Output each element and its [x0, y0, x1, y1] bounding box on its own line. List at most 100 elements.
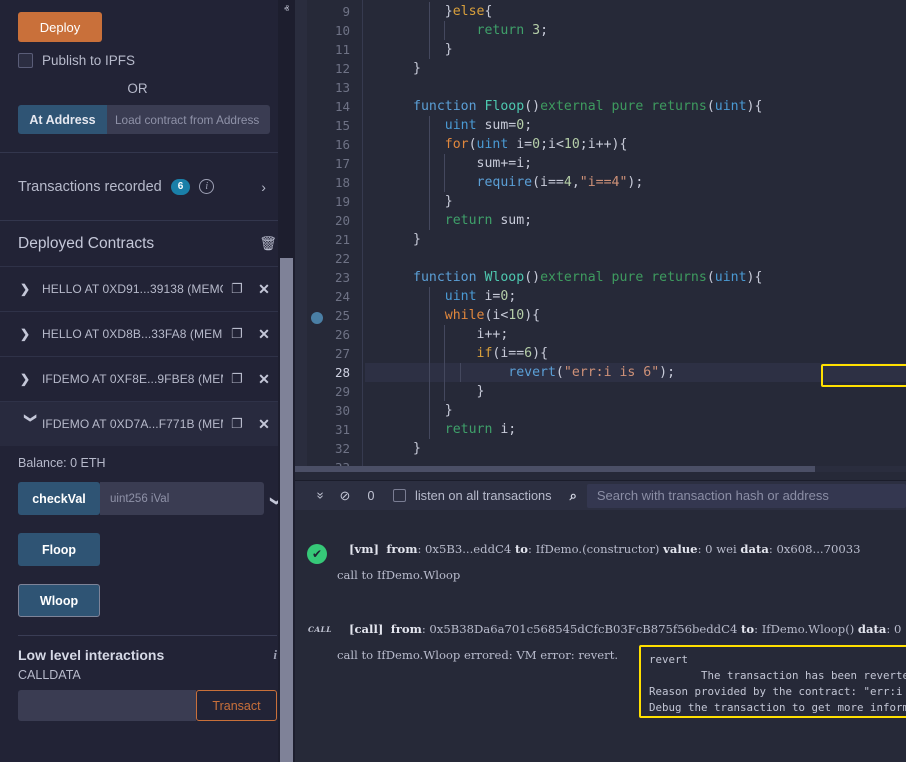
- low-level-info-icon[interactable]: i: [273, 647, 277, 663]
- editor-code-line[interactable]: }: [365, 192, 906, 211]
- copy-icon[interactable]: ❐: [223, 371, 251, 387]
- transaction-search-input[interactable]: [586, 483, 906, 508]
- wloop-button[interactable]: Wloop: [18, 584, 100, 617]
- sidebar-scrollbar[interactable]: ⱏ: [278, 0, 295, 762]
- editor-line-number: 12: [334, 61, 350, 76]
- calldata-row: Transact: [18, 690, 277, 721]
- deployed-contract-row[interactable]: ❯ IFDEMO AT 0XF8E...9FBE8 (MEMC ❐ ✕: [0, 356, 295, 401]
- editor-code-line[interactable]: uint i=0;: [365, 287, 906, 306]
- checkval-input[interactable]: [100, 482, 264, 515]
- editor-code-line[interactable]: for(uint i=0;i<10;i++){: [365, 135, 906, 154]
- trash-icon[interactable]: 🗑: [259, 235, 277, 252]
- code-editor[interactable]: 9 10 11 12 13 14 15 16 17 18 19 20 21 22 23 24 25 26 27 28 2…: [295, 0, 906, 480]
- close-icon[interactable]: ✕: [251, 326, 277, 343]
- editor-code-line[interactable]: function Wloop()external pure returns(ui…: [365, 268, 906, 287]
- editor-horizontal-scrollbar[interactable]: [295, 466, 906, 472]
- editor-code-line[interactable]: }: [365, 40, 906, 59]
- close-icon[interactable]: ✕: [251, 371, 277, 388]
- listen-on-all-transactions-checkbox[interactable]: [393, 489, 406, 502]
- floop-button[interactable]: Floop: [18, 533, 100, 566]
- revert-message-line: Reason provided by the contract: "err:i …: [649, 685, 903, 698]
- terminal-entry-note: call to IfDemo.Wloop: [337, 568, 461, 582]
- deployed-contract-name: IFDEMO AT 0XF8E...9FBE8 (MEMC: [42, 372, 223, 386]
- transactions-recorded-section[interactable]: Transactions recorded 6 i ›: [0, 153, 295, 221]
- editor-code-line[interactable]: }: [365, 439, 906, 458]
- or-separator-label: OR: [127, 81, 148, 96]
- deployed-contracts-header: Deployed Contracts 🗑: [0, 221, 295, 266]
- editor-line-number: 21: [334, 232, 350, 247]
- chevron-right-icon[interactable]: ›: [261, 179, 266, 195]
- indent-guide: [428, 21, 430, 40]
- indent-guide: [428, 211, 430, 230]
- search-icon[interactable]: ⌕: [570, 488, 577, 504]
- copy-icon[interactable]: ❐: [223, 281, 251, 297]
- indent-guide: [428, 287, 430, 306]
- deploy-button[interactable]: Deploy: [18, 12, 102, 42]
- editor-code-line[interactable]: return sum;: [365, 211, 906, 230]
- editor-line-number: 10: [334, 23, 350, 38]
- editor-line-number: 22: [334, 251, 350, 266]
- editor-hscroll-thumb[interactable]: [295, 466, 815, 472]
- close-icon[interactable]: ✕: [251, 281, 277, 298]
- calldata-label: CALLDATA: [18, 668, 81, 682]
- load-contract-address-input[interactable]: [107, 105, 270, 134]
- editor-code-line[interactable]: if(i==6){: [365, 344, 906, 363]
- deployed-contract-row[interactable]: ❯ IFDEMO AT 0XD7A...F771B (MEM ❐ ✕: [0, 401, 295, 446]
- terminal-log-entry[interactable]: ✔ [vm] from: 0x5B3...eddC4 to: IfDemo.(co…: [295, 538, 906, 582]
- collapse-terminal-icon[interactable]: »: [314, 484, 329, 508]
- editor-code-line[interactable]: revert("err:i is 6");: [365, 363, 906, 382]
- scroll-up-arrow-icon[interactable]: ⱏ: [278, 0, 295, 19]
- editor-code-line[interactable]: return i;: [365, 420, 906, 439]
- editor-code-line[interactable]: }: [365, 230, 906, 249]
- chevron-down-icon[interactable]: ❯: [24, 413, 38, 435]
- indent-guide: [428, 382, 430, 401]
- editor-code-line[interactable]: i++;: [365, 325, 906, 344]
- terminal-toolbar: » ⊘ 0 listen on all transactions ⌕: [295, 480, 906, 510]
- transact-button[interactable]: Transact: [196, 690, 277, 721]
- deployed-contract-row[interactable]: ❯ HELLO AT 0XD91...39138 (MEMO ❐ ✕: [0, 266, 295, 311]
- editor-code-line[interactable]: }: [365, 59, 906, 78]
- editor-code-line[interactable]: [365, 249, 906, 268]
- editor-code-line[interactable]: sum+=i;: [365, 154, 906, 173]
- pending-transactions-count: 0: [367, 488, 375, 503]
- indent-guide: [428, 2, 430, 21]
- copy-icon[interactable]: ❐: [223, 326, 251, 342]
- editor-code-line[interactable]: }else{: [365, 2, 906, 21]
- editor-code-line[interactable]: require(i==4,"i==4");: [365, 173, 906, 192]
- call-type-icon: CALL: [308, 625, 332, 634]
- indent-guide: [428, 363, 430, 382]
- close-icon[interactable]: ✕: [251, 416, 277, 433]
- copy-icon[interactable]: ❐: [223, 416, 251, 432]
- revert-message-box: revert The transaction has been reverted…: [639, 645, 906, 718]
- at-address-button[interactable]: At Address: [18, 105, 107, 134]
- editor-code-line[interactable]: [365, 78, 906, 97]
- sidebar-scrollbar-thumb[interactable]: [280, 258, 293, 762]
- chevron-right-icon[interactable]: ❯: [20, 282, 42, 296]
- calldata-input[interactable]: [18, 690, 196, 721]
- publish-to-ipfs-label: Publish to IPFS: [42, 53, 136, 68]
- revert-message-line: Debug the transaction to get more inform…: [649, 701, 906, 714]
- editor-code-line[interactable]: while(i<10){: [365, 306, 906, 325]
- editor-code-content[interactable]: }else{ return 3; }} function Floop()exter…: [365, 0, 906, 472]
- info-icon[interactable]: i: [199, 179, 215, 194]
- publish-to-ipfs-row[interactable]: Publish to IPFS: [18, 53, 295, 68]
- editor-line-number: 25: [334, 308, 350, 323]
- editor-line-number: 30: [334, 403, 350, 418]
- publish-to-ipfs-checkbox[interactable]: [18, 53, 33, 68]
- indent-guide: [428, 344, 430, 363]
- deployed-contract-row[interactable]: ❯ HELLO AT 0XD8B...33FA8 (MEMO ❐ ✕: [0, 311, 295, 356]
- indent-guide: [428, 116, 430, 135]
- terminal-log-body[interactable]: ✔ [vm] from: 0x5B3...eddC4 to: IfDemo.(co…: [295, 510, 906, 762]
- checkval-button[interactable]: checkVal: [18, 482, 100, 515]
- transactions-recorded-count-badge: 6: [170, 178, 191, 195]
- chevron-right-icon[interactable]: ❯: [20, 372, 42, 386]
- editor-code-line[interactable]: uint sum=0;: [365, 116, 906, 135]
- revert-message-line: The transaction has been reverted to the…: [701, 669, 906, 682]
- editor-code-line[interactable]: }: [365, 382, 906, 401]
- editor-code-line[interactable]: }: [365, 401, 906, 420]
- chevron-right-icon[interactable]: ❯: [20, 327, 42, 341]
- editor-code-line[interactable]: return 3;: [365, 21, 906, 40]
- editor-code-line[interactable]: function Floop()external pure returns(ui…: [365, 97, 906, 116]
- clear-console-icon[interactable]: ⊘: [333, 488, 357, 504]
- low-level-interactions-header: Low level interactions i: [0, 636, 295, 663]
